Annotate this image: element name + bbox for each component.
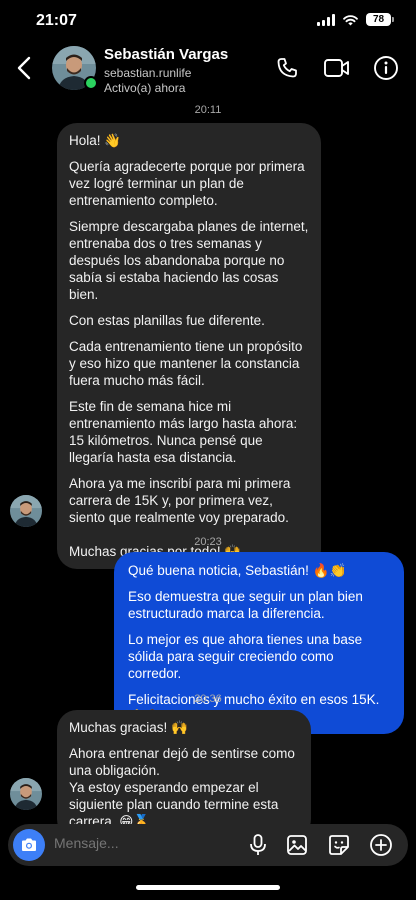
message-timestamp: 20:36 <box>194 693 222 705</box>
message-paragraph: Lo mejor es que ahora tienes una base só… <box>128 632 363 681</box>
back-button[interactable] <box>10 52 38 84</box>
battery-icon: 78 <box>366 13 394 26</box>
status-time: 21:07 <box>36 12 77 29</box>
sticker-button[interactable] <box>327 833 351 857</box>
message-input[interactable] <box>54 835 234 851</box>
camera-button[interactable] <box>13 829 45 861</box>
voice-message-button[interactable] <box>246 833 270 857</box>
photo-gallery-icon <box>287 835 307 855</box>
message-timestamp: 20:11 <box>194 104 222 116</box>
message-paragraph: Quería agradecerte porque por primera ve… <box>69 159 305 208</box>
battery-level: 78 <box>366 13 391 26</box>
message-paragraph: Ahora entrenar dejó de sentirse como una… <box>69 746 295 829</box>
signal-icon <box>317 13 335 26</box>
chevron-left-icon <box>17 56 31 80</box>
info-button[interactable] <box>372 54 400 82</box>
contact-avatar[interactable] <box>52 46 98 90</box>
incoming-message[interactable]: Hola! 👋 Quería agradecerte porque por pr… <box>57 123 321 569</box>
incoming-message[interactable]: Muchas gracias! 🙌 Ahora entrenar dejó de… <box>57 710 311 839</box>
video-call-button[interactable] <box>323 54 351 82</box>
message-paragraph: Este fin de semana hice mi entrenamiento… <box>69 399 298 465</box>
video-camera-icon <box>324 59 349 77</box>
message-paragraph: Qué buena noticia, Sebastián! 🔥👏 <box>128 563 347 578</box>
online-indicator <box>84 76 98 90</box>
sender-avatar[interactable] <box>10 495 42 527</box>
status-icons: 78 <box>317 13 394 26</box>
message-paragraph: Siempre descargaba planes de internet, e… <box>69 219 309 302</box>
contact-status: Activo(a) ahora <box>104 81 186 95</box>
camera-icon <box>22 838 36 851</box>
message-paragraph: Ahora ya me inscribí para mi primera car… <box>69 476 291 525</box>
phone-icon <box>277 58 297 78</box>
message-paragraph: Eso demuestra que seguir un plan bien es… <box>128 589 363 621</box>
sender-avatar[interactable] <box>10 778 42 810</box>
voice-call-button[interactable] <box>273 54 301 82</box>
message-paragraph: Con estas planillas fue diferente. <box>69 313 265 328</box>
more-options-button[interactable] <box>369 833 393 857</box>
gallery-button[interactable] <box>285 833 309 857</box>
message-paragraph: Cada entrenamiento tiene un propósito y … <box>69 339 303 388</box>
microphone-icon <box>250 834 266 855</box>
contact-name[interactable]: Sebastián Vargas <box>104 46 228 63</box>
plus-circle-icon <box>370 834 392 856</box>
outgoing-message[interactable]: Qué buena noticia, Sebastián! 🔥👏 Eso dem… <box>114 552 404 734</box>
status-bar: 21:07 78 <box>0 0 416 42</box>
home-indicator[interactable] <box>136 885 280 890</box>
message-paragraph: Hola! 👋 <box>69 133 122 148</box>
sticker-icon <box>329 835 349 855</box>
message-paragraph: Muchas gracias! 🙌 <box>69 720 188 735</box>
info-icon <box>374 56 398 80</box>
message-composer <box>8 824 408 866</box>
chat-header: Sebastián Vargas sebastian.runlife Activ… <box>0 42 416 96</box>
contact-handle: sebastian.runlife <box>104 66 192 80</box>
message-timestamp: 20:23 <box>194 536 222 548</box>
wifi-icon <box>343 14 358 25</box>
